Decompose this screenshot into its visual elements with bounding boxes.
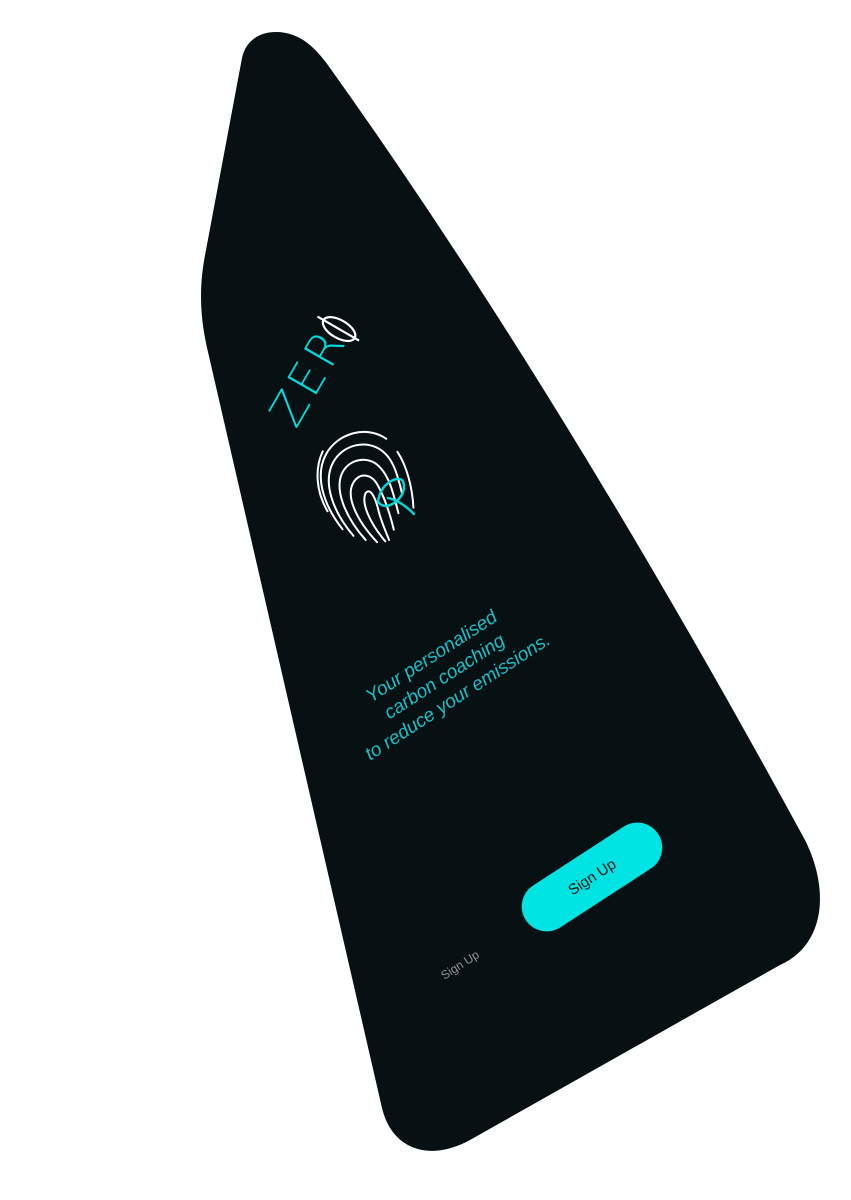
phone-frame	[201, 32, 820, 1151]
onboarding-screen: ZER Your personalised carbon coaching to…	[0, 0, 851, 1200]
fingerprint-leaf-icon	[316, 430, 416, 544]
sign-up-button-label: Sign Up	[564, 855, 620, 899]
